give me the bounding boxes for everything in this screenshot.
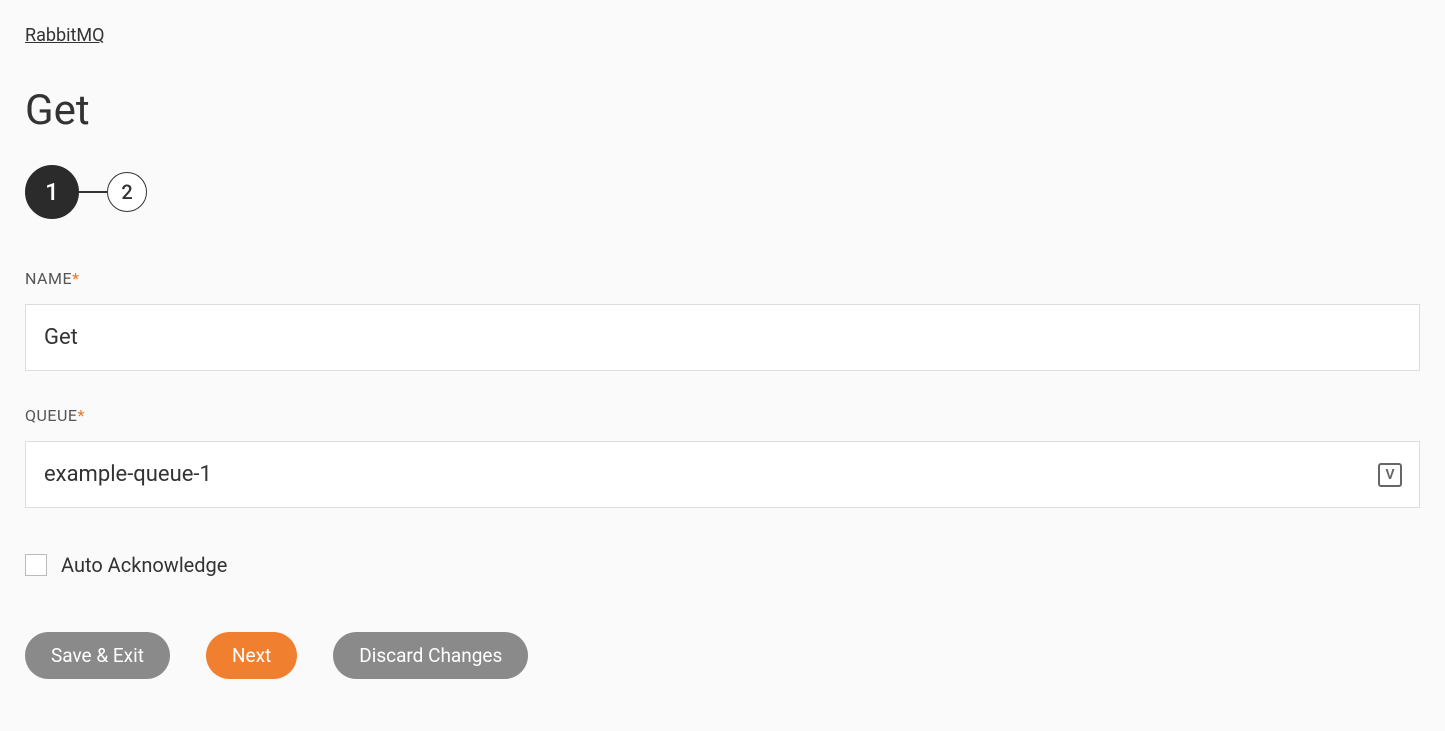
name-field-group: NAME* [25,269,1420,371]
required-asterisk-icon: * [77,406,84,425]
next-button[interactable]: Next [206,632,297,679]
name-input-wrapper [25,304,1420,371]
queue-field-group: QUEUE* V [25,406,1420,508]
step-1[interactable]: 1 [25,165,79,219]
queue-input[interactable] [25,441,1420,508]
step-connector [79,191,107,193]
auto-ack-group: Auto Acknowledge [25,553,1420,577]
queue-input-wrapper: V [25,441,1420,508]
save-exit-button[interactable]: Save & Exit [25,632,170,679]
button-row: Save & Exit Next Discard Changes [25,632,1420,679]
auto-ack-label[interactable]: Auto Acknowledge [61,553,227,577]
discard-button[interactable]: Discard Changes [333,632,528,679]
queue-label: QUEUE* [25,406,1420,425]
step-2[interactable]: 2 [107,172,147,212]
name-label: NAME* [25,269,1420,288]
required-asterisk-icon: * [72,269,79,288]
auto-ack-checkbox[interactable] [25,554,47,576]
queue-label-text: QUEUE [25,406,77,425]
name-input[interactable] [25,304,1420,371]
page-title: Get [25,86,1420,135]
name-label-text: NAME [25,269,72,288]
variable-icon[interactable]: V [1378,463,1402,487]
breadcrumb-link[interactable]: RabbitMQ [25,25,104,46]
stepper: 1 2 [25,165,1420,219]
